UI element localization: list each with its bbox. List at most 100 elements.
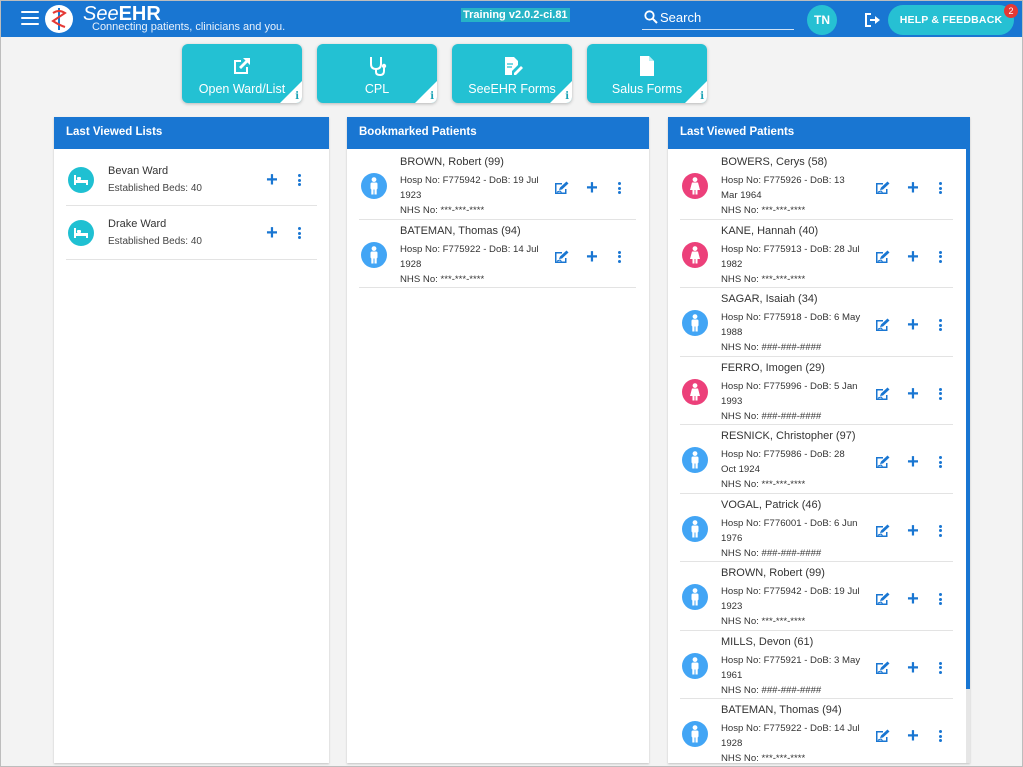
patient-name: MILLS, Devon (61)	[721, 635, 814, 648]
caduceus-icon	[51, 8, 67, 30]
list-item[interactable]: Drake Ward Established Beds: 40 +	[66, 206, 317, 260]
established-beds: Established Beds: 40	[108, 183, 202, 194]
patient-nhs-number: NHS No: ***-***-****	[721, 205, 806, 216]
male-patient-icon	[682, 447, 708, 473]
more-options-icon[interactable]	[933, 523, 949, 539]
female-patient-icon	[682, 173, 708, 199]
ward-name: Drake Ward	[108, 218, 167, 230]
bed-icon	[68, 167, 94, 193]
patient-name: BROWN, Robert (99)	[721, 567, 825, 579]
edit-notes-icon[interactable]	[875, 454, 891, 470]
more-options-icon[interactable]	[933, 591, 949, 607]
patient-row[interactable]: BATEMAN, Thomas (94) Hosp No: F775922 - D…	[359, 220, 636, 288]
search-label: Search	[660, 10, 702, 25]
edit-notes-icon[interactable]	[875, 317, 891, 333]
patient-hosp-dob: Hosp No: F775922 - DoB: 14 Jul 1928	[721, 723, 860, 749]
patient-hosp-dob: Hosp No: F775921 - DoB: 3 May 1961	[721, 654, 861, 681]
patient-name: BOWERS, Cerys (58)	[721, 156, 828, 168]
add-button[interactable]: +	[905, 658, 921, 678]
edit-notes-icon[interactable]	[875, 728, 891, 744]
list-item[interactable]: Bevan Ward Established Beds: 40 +	[66, 153, 317, 206]
male-patient-icon	[682, 584, 708, 610]
more-options-icon[interactable]	[933, 317, 949, 333]
search-input[interactable]: Search	[642, 7, 794, 30]
male-patient-icon	[361, 173, 387, 199]
patient-row[interactable]: BROWN, Robert (99) Hosp No: F775942 - DoB…	[680, 562, 953, 631]
add-button[interactable]: +	[905, 247, 921, 267]
patient-row[interactable]: BROWN, Robert (99) Hosp No: F775942 - DoB…	[359, 151, 636, 220]
patient-row[interactable]: BATEMAN, Thomas (94) Hosp No: F775922 - D…	[680, 699, 953, 763]
add-button[interactable]: +	[905, 384, 921, 404]
info-icon[interactable]: i	[295, 91, 299, 102]
edit-notes-icon[interactable]	[875, 249, 891, 265]
info-icon[interactable]: i	[700, 91, 704, 102]
patient-hosp-dob: Hosp No: F775926 - DoB: 13 Mar 1964	[721, 175, 845, 201]
open-ward-list-tile[interactable]: Open Ward/List i	[182, 44, 302, 103]
stethoscope-icon	[370, 57, 387, 77]
patient-row[interactable]: BOWERS, Cerys (58) Hosp No: F775926 - DoB…	[680, 151, 953, 220]
more-options-icon[interactable]	[612, 249, 628, 265]
patient-row[interactable]: MILLS, Devon (61) Hosp No: F775921 - DoB:…	[680, 631, 953, 699]
more-options-icon[interactable]	[933, 660, 949, 676]
edit-notes-icon[interactable]	[875, 180, 891, 196]
more-options-icon[interactable]	[933, 728, 949, 744]
menu-icon[interactable]	[21, 11, 39, 27]
more-options-icon[interactable]	[933, 180, 949, 196]
info-icon[interactable]: i	[565, 91, 569, 102]
edit-notes-icon[interactable]	[875, 660, 891, 676]
patient-name: KANE, Hannah (40)	[721, 224, 819, 237]
edit-notes-icon[interactable]	[875, 386, 891, 402]
last-viewed-patients-panel: Last Viewed Patients BOWERS, Cerys (58) H…	[668, 117, 970, 763]
male-patient-icon	[682, 515, 708, 542]
add-button[interactable]: +	[584, 178, 600, 198]
scrollbar-thumb[interactable]	[966, 149, 970, 689]
patient-row[interactable]: FERRO, Imogen (29) Hosp No: F775996 - DoB…	[680, 357, 953, 425]
more-options-icon[interactable]	[612, 180, 628, 196]
add-button[interactable]: +	[905, 726, 921, 746]
patient-row[interactable]: VOGAL, Patrick (46) Hosp No: F776001 - Do…	[680, 494, 953, 562]
edit-notes-icon[interactable]	[554, 249, 570, 265]
patient-hosp-dob: Hosp No: F776001 - DoB: 6 Jun 1976	[721, 517, 858, 544]
cpl-tile[interactable]: CPL i	[317, 44, 437, 103]
user-avatar[interactable]: TN	[807, 5, 837, 35]
app-window: SeeEHR Connecting patients, clinicians a…	[0, 0, 1023, 767]
panel-title: Bookmarked Patients	[347, 117, 649, 149]
patient-row[interactable]: RESNICK, Christopher (97) Hosp No: F77598…	[680, 425, 953, 494]
more-options-icon[interactable]	[933, 454, 949, 470]
female-patient-icon	[682, 378, 708, 405]
patient-name: BROWN, Robert (99)	[400, 156, 504, 168]
add-button[interactable]: +	[264, 170, 280, 190]
edit-notes-icon[interactable]	[875, 591, 891, 607]
more-options-icon[interactable]	[933, 249, 949, 265]
patient-nhs-number: NHS No: ***-***-****	[400, 205, 485, 216]
patient-row[interactable]: SAGAR, Isaiah (34) Hosp No: F775918 - DoB…	[680, 288, 953, 357]
patient-nhs-number: NHS No: ###-###-####	[721, 684, 822, 696]
external-link-icon	[234, 58, 250, 74]
add-button[interactable]: +	[905, 452, 921, 472]
edit-notes-icon[interactable]	[554, 180, 570, 196]
document-icon	[640, 56, 654, 76]
add-button[interactable]: +	[905, 589, 921, 609]
add-button[interactable]: +	[905, 178, 921, 198]
patient-hosp-dob: Hosp No: F775942 - DoB: 19 Jul 1923	[721, 586, 860, 612]
salus-forms-tile[interactable]: Salus Forms i	[587, 44, 707, 103]
more-options-icon[interactable]	[292, 225, 308, 241]
more-options-icon[interactable]	[933, 386, 949, 402]
panel-title: Last Viewed Patients	[668, 117, 970, 149]
more-options-icon[interactable]	[292, 172, 308, 188]
female-patient-icon	[682, 241, 708, 268]
seeehr-forms-tile[interactable]: SeeEHR Forms i	[452, 44, 572, 103]
search-icon	[644, 10, 658, 24]
help-feedback-button[interactable]: HELP & FEEDBACK	[888, 5, 1014, 35]
add-button[interactable]: +	[584, 247, 600, 267]
edit-notes-icon[interactable]	[875, 523, 891, 539]
logout-icon[interactable]	[863, 11, 881, 29]
patient-nhs-number: NHS No: ###-###-####	[721, 410, 822, 422]
patient-row[interactable]: KANE, Hannah (40) Hosp No: F775913 - DoB:…	[680, 220, 953, 288]
add-button[interactable]: +	[905, 315, 921, 335]
add-button[interactable]: +	[264, 223, 280, 243]
patient-hosp-dob: Hosp No: F775942 - DoB: 19 Jul 1923	[400, 175, 539, 201]
patient-nhs-number: NHS No: ###-###-####	[721, 342, 822, 353]
info-icon[interactable]: i	[430, 91, 434, 102]
add-button[interactable]: +	[905, 521, 921, 541]
